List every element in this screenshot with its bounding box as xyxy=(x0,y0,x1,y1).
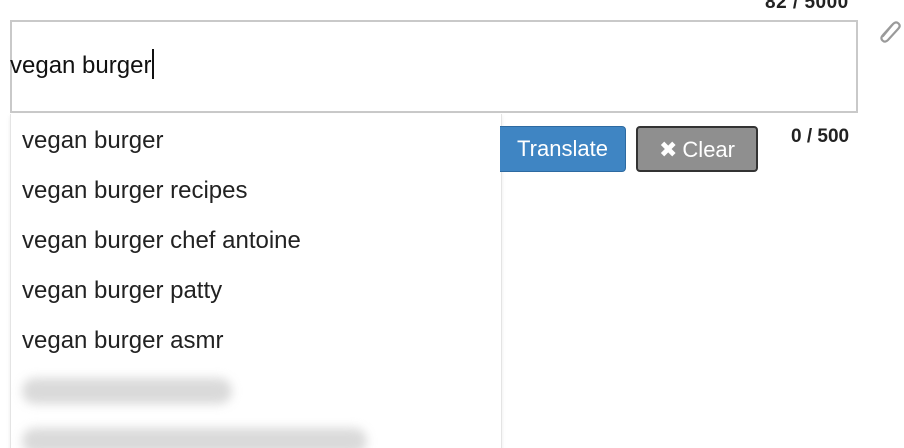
suggestion-item[interactable]: vegan burger asmr xyxy=(22,326,223,356)
clear-button-label: Clear xyxy=(682,137,735,162)
page: 82 / 5000 vegan burger vegan burger vega… xyxy=(0,0,904,448)
character-counter: 0 / 500 xyxy=(791,126,850,147)
search-input[interactable]: vegan burger xyxy=(10,42,154,90)
close-icon: ✖ xyxy=(658,137,678,162)
suggestion-item[interactable]: vegan burger xyxy=(22,126,163,156)
blurred-suggestion xyxy=(22,428,367,448)
suggestion-item[interactable]: vegan burger recipes xyxy=(22,176,247,206)
suggestion-item[interactable]: vegan burger chef antoine xyxy=(22,226,301,256)
translate-button[interactable]: Translate xyxy=(500,126,626,172)
character-counter-top: 82 / 5000 xyxy=(765,0,849,13)
blurred-suggestion xyxy=(22,378,232,404)
suggestion-item[interactable]: vegan burger patty xyxy=(22,276,222,306)
autocomplete-dropdown: vegan burger vegan burger recipes vegan … xyxy=(10,114,502,448)
paperclip-icon[interactable] xyxy=(876,16,902,44)
text-cursor xyxy=(152,49,154,79)
search-input-text: vegan burger xyxy=(10,52,152,79)
clear-button[interactable]: ✖ Clear xyxy=(636,126,758,172)
